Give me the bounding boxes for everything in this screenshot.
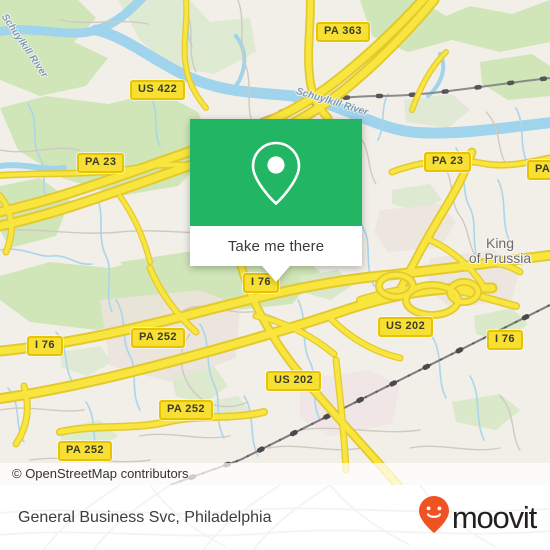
place-label-king-of-prussia[interactable]: King of Prussia [460,236,540,266]
road-shield-pa-2-edge[interactable]: PA 2 [527,160,550,180]
poi-title: General Business Svc, Philadelphia [18,508,272,526]
road-shield-us-422[interactable]: US 422 [130,80,186,100]
moovit-logo[interactable]: moovit [418,495,537,540]
road-shield-pa-252-mid[interactable]: PA 252 [159,400,213,420]
map-screenshot: Schuylkill River Schuylkill River PA 363… [0,0,550,550]
footer-bar: General Business Svc, Philadelphia moovi… [0,485,550,550]
road-shield-us-202-south[interactable]: US 202 [266,371,322,391]
road-shield-pa-23-east[interactable]: PA 23 [424,152,472,172]
callout-pointer [262,266,290,282]
callout-body[interactable]: Take me there [190,226,362,266]
road-shield-pa-252-north[interactable]: PA 252 [131,328,185,348]
location-callout[interactable]: Take me there [190,119,362,282]
place-label-line1: King [485,235,515,251]
road-shield-i-76-west[interactable]: I 76 [27,336,63,356]
map-canvas[interactable]: Schuylkill River Schuylkill River PA 363… [0,0,550,485]
moovit-pin-icon [418,495,450,540]
take-me-there-label: Take me there [227,237,325,255]
road-shield-us-202-north[interactable]: US 202 [378,317,434,337]
map-attribution[interactable]: © OpenStreetMap contributors [0,463,550,485]
place-label-line2: of Prussia [468,250,532,266]
road-shield-pa-252-south[interactable]: PA 252 [58,441,112,461]
map-pin-icon [247,139,305,207]
road-shield-pa-23-west[interactable]: PA 23 [77,153,125,173]
moovit-wordmark: moovit [451,500,537,535]
road-shield-pa-363[interactable]: PA 363 [316,22,370,42]
callout-header [190,119,362,226]
road-shield-i-76-east[interactable]: I 76 [487,330,523,350]
